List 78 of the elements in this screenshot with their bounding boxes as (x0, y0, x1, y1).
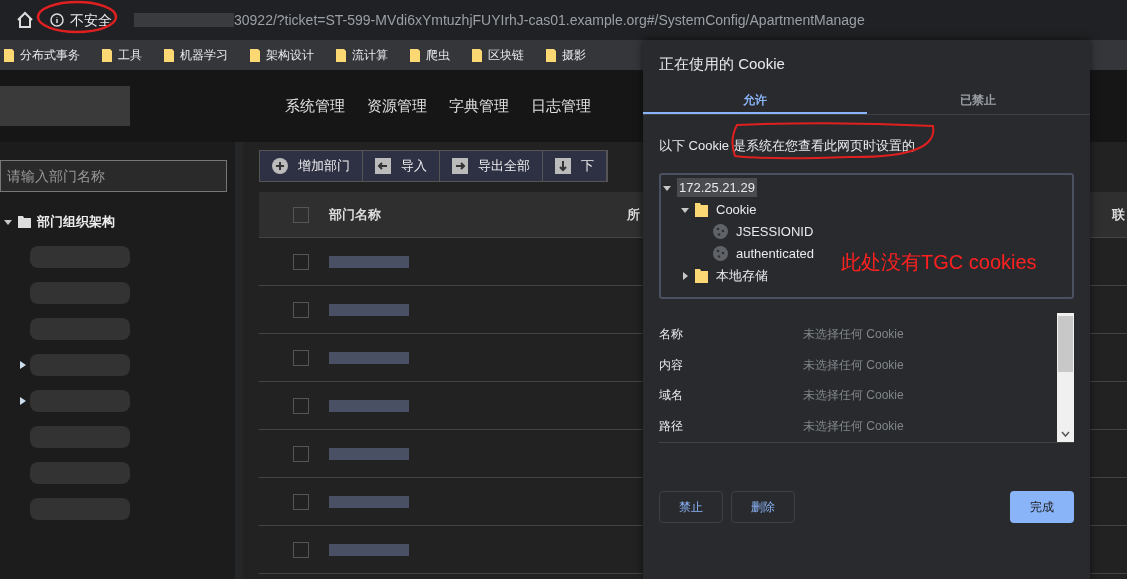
dialog-description: 以下 Cookie 是系统在您查看此网页时设置的 (659, 137, 915, 153)
toolbar-button[interactable]: 下 (543, 151, 607, 181)
dialog-button[interactable]: 完成 (1010, 490, 1074, 523)
detail-value: 未选择任何 Cookie (803, 356, 904, 374)
nav-item[interactable]: 日志管理 (531, 94, 591, 118)
folder-icon (250, 48, 260, 62)
bookmark[interactable]: 区块链 (472, 46, 524, 64)
tree-item[interactable]: Cookie (714, 199, 759, 220)
expand-icon[interactable] (20, 396, 26, 405)
disclosure-icon[interactable] (4, 217, 12, 226)
dialog-button[interactable]: 删除 (731, 490, 795, 523)
bookmark[interactable]: 工具 (102, 46, 142, 64)
tree-item[interactable]: authenticated (734, 243, 817, 264)
folder-icon (695, 268, 708, 283)
export-icon (452, 158, 468, 174)
checkbox[interactable] (293, 349, 309, 366)
tab[interactable]: 允许 (643, 87, 867, 114)
toolbar-button[interactable]: 导入 (363, 151, 440, 181)
folder-icon (695, 202, 708, 217)
bookmark[interactable]: 分布式事务 (4, 46, 80, 64)
tree-item[interactable]: JSESSIONID (734, 221, 816, 242)
detail-value: 未选择任何 Cookie (803, 387, 904, 405)
checkbox[interactable] (293, 206, 309, 223)
plus-icon (272, 158, 288, 174)
checkbox[interactable] (293, 397, 309, 414)
disclosure-icon[interactable] (663, 183, 671, 192)
bookmark[interactable]: 流计算 (336, 46, 388, 64)
checkbox[interactable] (293, 493, 309, 510)
folder-icon (102, 48, 112, 62)
detail-label: 名称 (659, 325, 684, 343)
expand-icon[interactable] (20, 360, 26, 369)
toolbar-button[interactable]: 增加部门 (260, 151, 363, 181)
detail-label: 域名 (659, 387, 684, 405)
annotation-text: 此处没有TGC cookies (841, 249, 1037, 275)
url-text[interactable]: 30922/?ticket=ST-599-MVdi6xYmtuzhjFUYIrhJ-cas01.example.org#/SystemConfig/ApartmentManage (234, 9, 865, 31)
checkbox[interactable] (293, 253, 309, 270)
column-header: 部门名称 (329, 205, 381, 224)
folder-icon (336, 48, 346, 62)
checkbox[interactable] (293, 541, 309, 558)
folder-icon (546, 48, 556, 62)
nav-item[interactable]: 资源管理 (367, 94, 427, 118)
bookmark[interactable]: 架构设计 (250, 46, 314, 64)
tree-item[interactable]: 172.25.21.29 (677, 177, 757, 198)
nav-item[interactable]: 字典管理 (449, 94, 509, 118)
folder-icon (18, 215, 31, 228)
folder-icon (4, 48, 14, 62)
nav-item[interactable]: 系统管理 (285, 94, 345, 118)
dialog-title: 正在使用的 Cookie (659, 54, 786, 74)
bookmark[interactable]: 机器学习 (164, 46, 228, 64)
download-icon (555, 158, 571, 174)
disclosure-icon[interactable] (681, 205, 689, 214)
column-header: 所 (627, 205, 640, 224)
folder-icon (472, 48, 482, 62)
detail-label: 路径 (659, 418, 684, 436)
bookmark[interactable]: 摄影 (546, 46, 586, 64)
cookie-icon (713, 224, 728, 239)
detail-value: 未选择任何 Cookie (803, 418, 904, 436)
import-icon (375, 158, 391, 174)
bookmark[interactable]: 爬虫 (410, 46, 450, 64)
detail-label: 内容 (659, 356, 684, 374)
scroll-down-icon[interactable] (1061, 430, 1070, 437)
info-icon[interactable] (50, 13, 64, 27)
column-header: 联 (1112, 205, 1125, 224)
tab[interactable]: 已禁止 (866, 87, 1090, 114)
folder-icon (164, 48, 174, 62)
disclosure-icon[interactable] (681, 271, 689, 280)
toolbar-button[interactable]: 导出全部 (440, 151, 543, 181)
search-field[interactable]: 请输入部门名称 (0, 160, 227, 192)
cookie-icon (713, 246, 728, 261)
detail-value: 未选择任何 Cookie (803, 325, 904, 343)
checkbox[interactable] (293, 445, 309, 462)
tree-item[interactable]: 本地存储 (714, 265, 770, 286)
checkbox[interactable] (293, 301, 309, 318)
scrollbar[interactable] (1057, 312, 1074, 442)
dialog-button[interactable]: 禁止 (659, 490, 723, 523)
home-icon[interactable] (16, 11, 34, 29)
folder-icon (410, 48, 420, 62)
tree-root[interactable]: 部门组织架构 (37, 212, 115, 232)
